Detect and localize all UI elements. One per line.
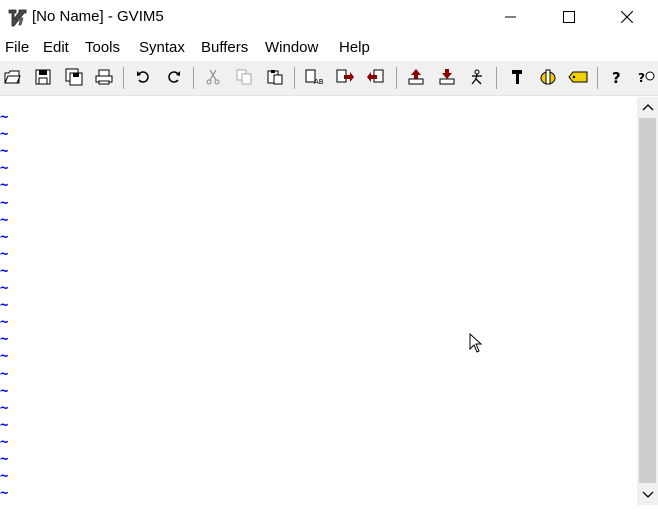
menu-file[interactable]: File xyxy=(5,39,29,56)
empty-line-marker: ~ xyxy=(0,280,9,296)
chevron-up-icon xyxy=(642,104,653,111)
save-session-icon xyxy=(439,69,455,85)
menu-window[interactable]: Window xyxy=(265,39,318,56)
toolbar-separator xyxy=(496,67,497,89)
minimize-icon xyxy=(505,16,516,18)
svg-text:AB: AB xyxy=(314,78,323,85)
empty-line-marker: ~ xyxy=(0,468,9,485)
save-button[interactable] xyxy=(32,66,54,88)
help-icon: ? xyxy=(612,69,621,85)
find-prev-icon xyxy=(367,69,384,83)
find-help-button[interactable]: ? xyxy=(636,66,658,88)
empty-line-marker: ~ xyxy=(0,211,9,228)
menu-help[interactable]: Help xyxy=(339,39,370,56)
empty-line-marker: ~ xyxy=(0,348,9,365)
run-script-button[interactable] xyxy=(466,66,488,88)
empty-line-marker: ~ xyxy=(0,399,9,416)
empty-line-marker: ~ xyxy=(0,245,9,262)
menu-buffers[interactable]: Buffers xyxy=(201,39,248,56)
replace-icon: AB xyxy=(305,69,323,85)
shell-icon xyxy=(540,69,556,85)
editor-area[interactable]: ~ ~ ~ ~ ~ ~ ~ ~ ~ ~ ~ ~ ~ ~ ~ ~ ~ ~ ~ ~ ~ ~ ~ xyxy=(0,97,637,505)
tags-icon xyxy=(568,71,588,83)
empty-line-marker: ~ xyxy=(0,331,9,348)
vertical-scrollbar[interactable] xyxy=(637,97,658,505)
empty-line-marker: ~ xyxy=(0,126,9,143)
cut-icon xyxy=(206,69,220,85)
copy-button[interactable] xyxy=(233,66,255,88)
scroll-down-button[interactable] xyxy=(637,485,658,505)
toolbar-separator xyxy=(123,67,124,89)
save-icon xyxy=(35,69,51,85)
find-next-icon xyxy=(336,69,354,83)
svg-text:?: ? xyxy=(612,69,621,85)
empty-line-marker: ~ xyxy=(0,262,9,279)
menu-tools[interactable]: Tools xyxy=(85,39,120,56)
empty-line-marker: ~ xyxy=(0,365,9,382)
minimize-button[interactable] xyxy=(482,0,540,34)
empty-line-marker: ~ xyxy=(0,143,9,160)
toolbar-separator xyxy=(396,67,397,89)
mouse-pointer-icon xyxy=(469,332,483,358)
undo-icon xyxy=(137,71,149,83)
empty-line-marker: ~ xyxy=(0,485,9,502)
empty-line-marker: ~ xyxy=(0,194,9,211)
toolbar-separator xyxy=(294,67,295,89)
empty-line-marker: ~ xyxy=(0,433,9,450)
make-icon xyxy=(512,70,522,84)
print-icon xyxy=(95,69,113,85)
empty-line-marker: ~ xyxy=(0,228,9,245)
find-help-icon: ? xyxy=(638,71,655,85)
toolbar-separator xyxy=(597,67,598,89)
find-prev-button[interactable] xyxy=(365,66,387,88)
open-icon xyxy=(4,70,21,84)
empty-line-marker: ~ xyxy=(0,416,9,433)
empty-line-marker: ~ xyxy=(0,109,9,125)
find-next-button[interactable] xyxy=(334,66,356,88)
empty-line-marker: ~ xyxy=(0,160,9,177)
title-bar: [No Name] - GVIM5 xyxy=(0,0,658,36)
make-button[interactable] xyxy=(506,66,528,88)
menu-syntax[interactable]: Syntax xyxy=(139,39,185,56)
empty-line-marker: ~ xyxy=(0,451,9,467)
close-icon xyxy=(621,11,633,23)
close-button[interactable] xyxy=(598,0,656,34)
toolbar: AB ? ? xyxy=(0,61,658,96)
load-session-icon xyxy=(408,69,424,85)
save-all-icon xyxy=(65,68,83,86)
empty-line-marker: ~ xyxy=(0,297,9,314)
vim-app-icon[interactable] xyxy=(6,7,28,29)
scroll-up-button[interactable] xyxy=(637,97,658,117)
empty-line-marker: ~ xyxy=(0,314,9,331)
replace-button[interactable]: AB xyxy=(303,66,325,88)
run-script-icon xyxy=(471,69,482,85)
redo-button[interactable] xyxy=(163,66,185,88)
scroll-thumb[interactable] xyxy=(639,118,656,483)
window-title: [No Name] - GVIM5 xyxy=(32,8,164,25)
toolbar-separator xyxy=(193,67,194,89)
menu-bar: File Edit Tools Syntax Buffers Window He… xyxy=(0,36,658,60)
maximize-button[interactable] xyxy=(540,0,598,34)
tags-button[interactable] xyxy=(567,66,589,88)
paste-button[interactable] xyxy=(264,66,286,88)
svg-text:?: ? xyxy=(638,71,645,85)
shell-button[interactable] xyxy=(537,66,559,88)
empty-line-marker: ~ xyxy=(0,382,9,399)
maximize-icon xyxy=(563,11,575,23)
empty-line-marker: ~ xyxy=(0,177,9,194)
redo-icon xyxy=(168,71,180,83)
print-button[interactable] xyxy=(93,66,115,88)
undo-button[interactable] xyxy=(132,66,154,88)
save-all-button[interactable] xyxy=(63,66,85,88)
cut-button[interactable] xyxy=(202,66,224,88)
copy-icon xyxy=(236,69,252,85)
paste-icon xyxy=(267,70,283,85)
menu-edit[interactable]: Edit xyxy=(43,39,69,56)
save-session-button[interactable] xyxy=(436,66,458,88)
help-button[interactable]: ? xyxy=(606,66,628,88)
chevron-down-icon xyxy=(642,491,653,498)
load-session-button[interactable] xyxy=(405,66,427,88)
open-button[interactable] xyxy=(1,66,23,88)
